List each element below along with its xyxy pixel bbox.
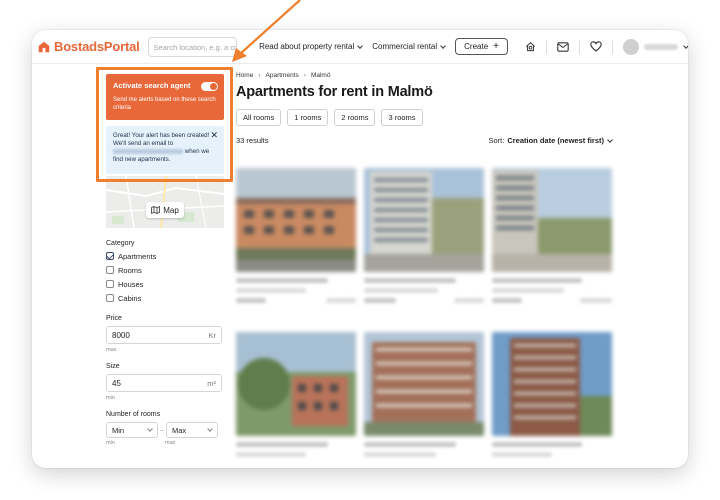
annotation-arrow-icon [232,0,301,62]
